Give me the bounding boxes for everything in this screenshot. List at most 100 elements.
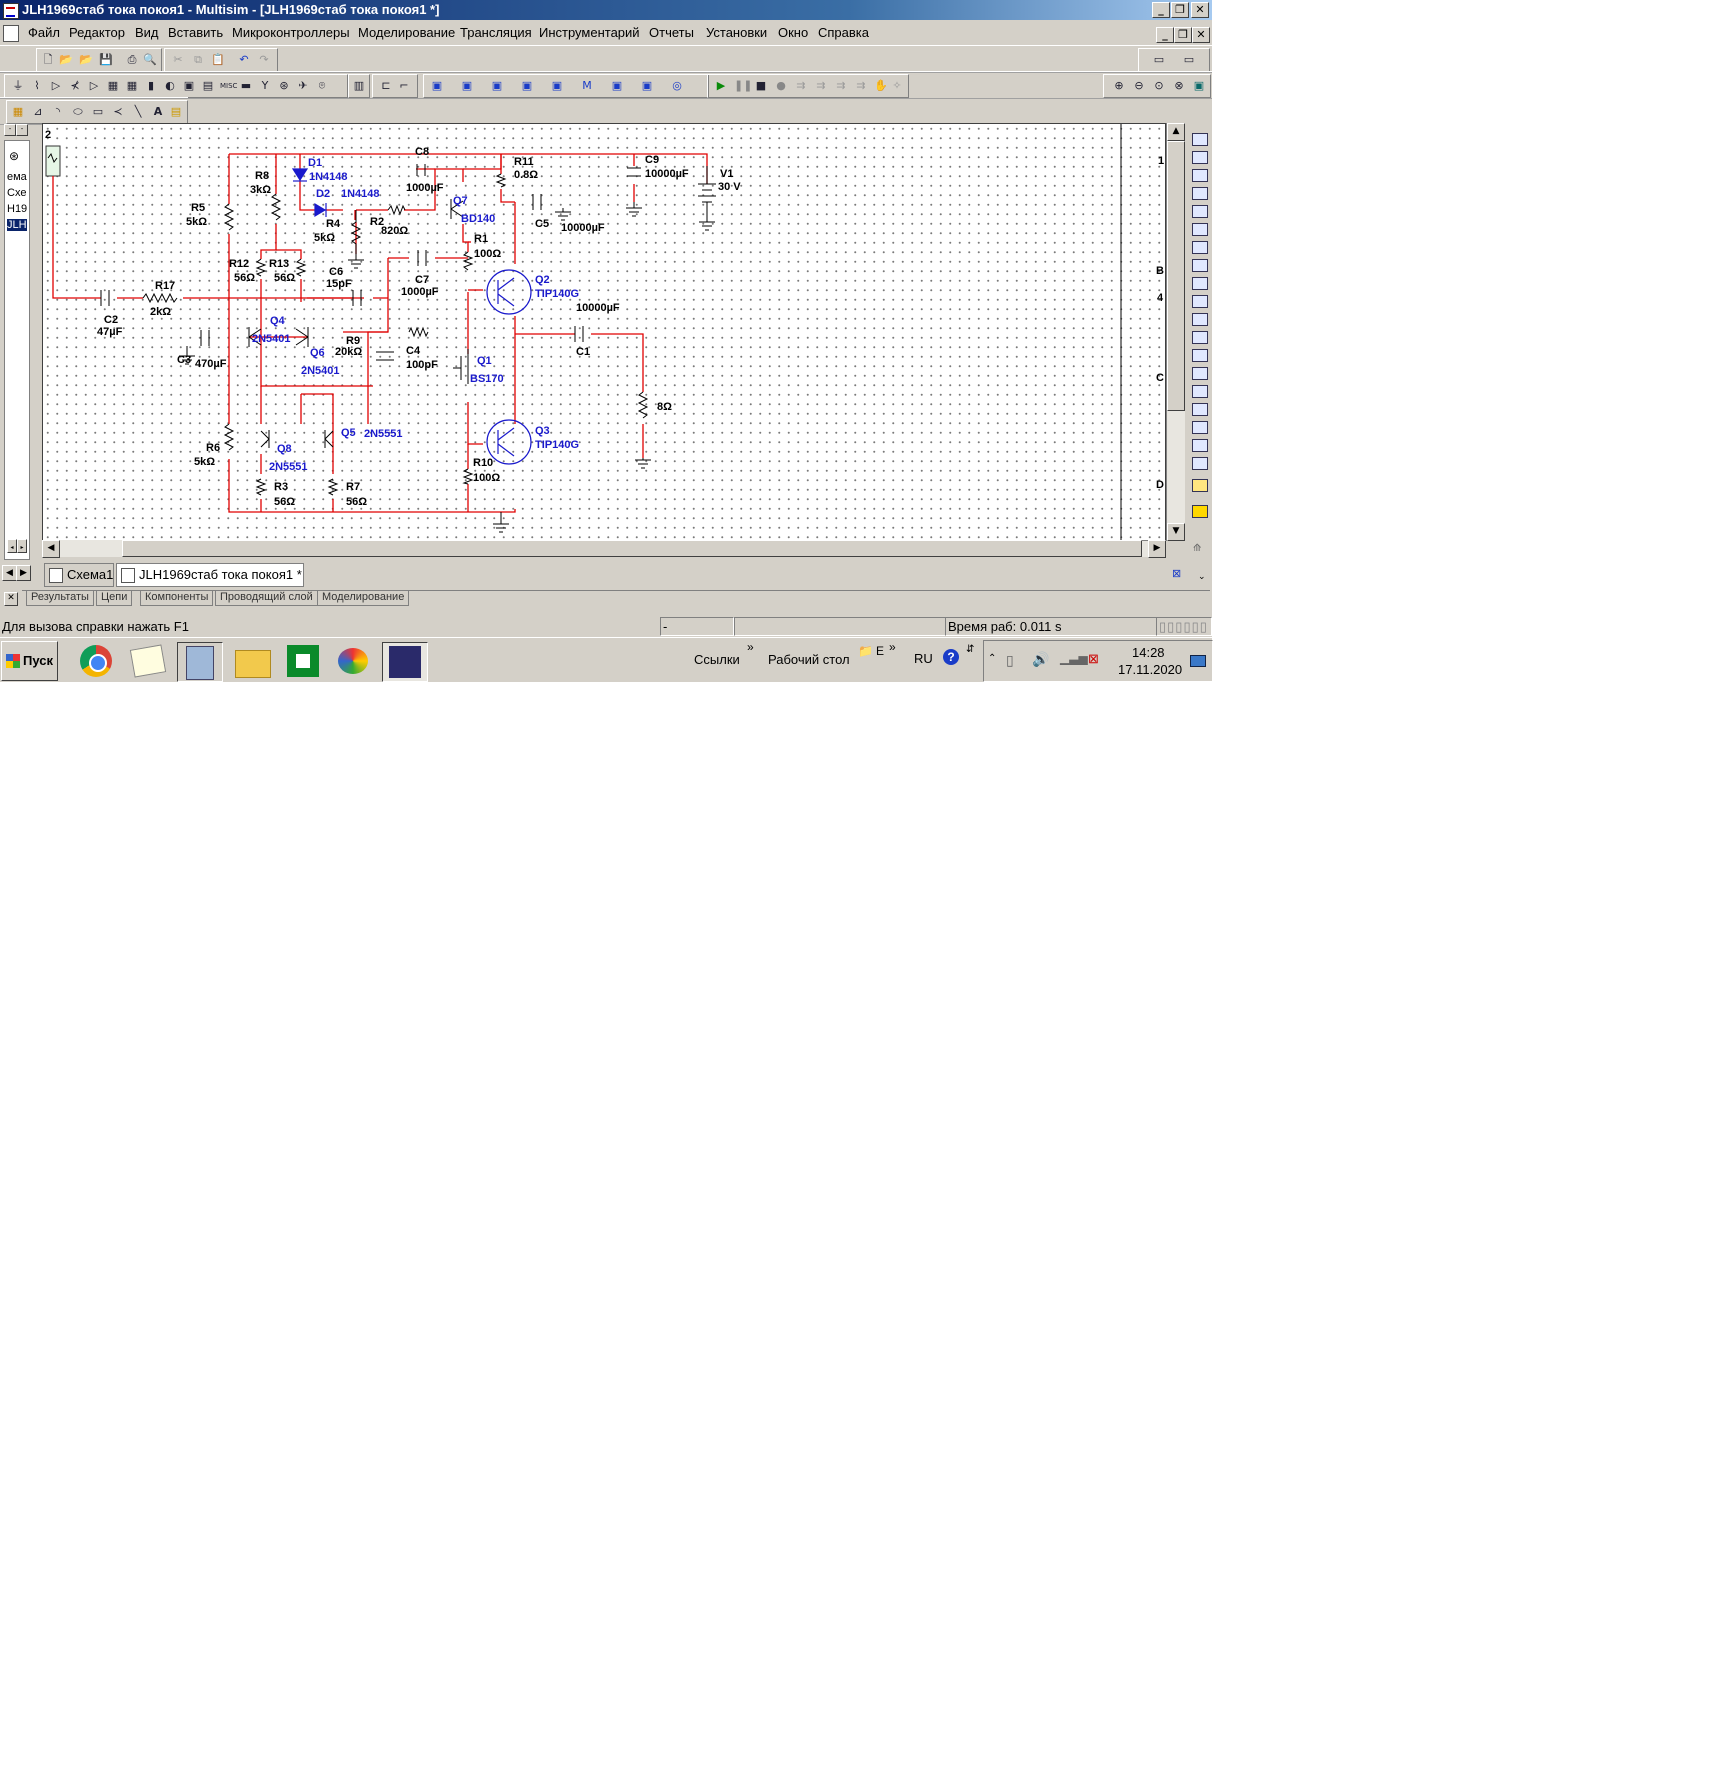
erc-icon[interactable]: ▣ xyxy=(550,79,564,93)
picture-icon[interactable]: ▦ xyxy=(11,105,25,119)
breadboard-icon[interactable]: ▣ xyxy=(640,79,654,93)
multisim-app-button[interactable] xyxy=(382,642,428,682)
toolbox-item[interactable]: Н19 xyxy=(7,203,27,215)
horizontal-scroll-track[interactable] xyxy=(60,540,122,556)
panel-prev-button[interactable]: ◀ xyxy=(2,565,17,581)
start-button[interactable]: Пуск xyxy=(1,641,58,681)
vertical-scrollbar[interactable]: ▲ ▼ xyxy=(1166,123,1185,541)
cmos-icon[interactable]: ▦ xyxy=(125,79,139,93)
tab-schema1[interactable]: Схема1 xyxy=(44,563,114,587)
toolbox-root-icon[interactable]: ⊛ xyxy=(9,149,19,163)
stop-icon[interactable]: ■ xyxy=(754,79,768,93)
panel-next-button[interactable]: ▶ xyxy=(16,565,31,581)
language-bar-options-icon[interactable]: ⇵ xyxy=(966,644,974,655)
menu-help[interactable]: Справка xyxy=(818,25,869,40)
misc-digital-icon[interactable]: ▮ xyxy=(144,79,158,93)
agilent-multimeter-icon[interactable] xyxy=(1192,403,1208,416)
tab-components[interactable]: Компоненты xyxy=(140,591,214,606)
scroll-up-button[interactable]: ▲ xyxy=(1167,123,1185,141)
open-icon[interactable]: 📂 xyxy=(59,53,73,67)
spectrum-analyzer-icon[interactable] xyxy=(1192,349,1208,362)
menu-transfer[interactable]: Трансляция xyxy=(460,25,532,40)
multimeter-icon[interactable] xyxy=(1192,133,1208,146)
full-screen-icon[interactable]: ▣ xyxy=(1192,79,1206,93)
desktop-item-label[interactable]: E xyxy=(876,644,884,658)
doc-close-button[interactable]: ✕ xyxy=(1192,27,1210,43)
tab-jlh1969[interactable]: JLH1969стаб тока покоя1 * xyxy=(116,563,304,587)
electromechanical-icon[interactable]: ⊛ xyxy=(277,79,291,93)
step-into-icon[interactable]: ⇉ xyxy=(814,79,828,93)
zoom-out-icon[interactable]: ⊖ xyxy=(1132,79,1146,93)
save-icon[interactable]: 💾 xyxy=(99,53,113,67)
step-icon[interactable]: ⇉ xyxy=(794,79,808,93)
polygon-icon[interactable]: ⊿ xyxy=(31,105,45,119)
measurement-probe-icon[interactable] xyxy=(1192,479,1208,492)
tab-results[interactable]: Результаты xyxy=(26,591,94,606)
toolbar-overflow-icon[interactable]: ⌄ xyxy=(1198,571,1206,582)
step-over-icon[interactable]: ⇉ xyxy=(854,79,868,93)
panel-collapse-button[interactable]: - xyxy=(4,124,16,136)
close-button[interactable]: ✕ xyxy=(1191,2,1209,18)
frequency-counter-icon[interactable] xyxy=(1192,241,1208,254)
probe-icon[interactable]: ◎ xyxy=(670,79,684,93)
interactive-icon[interactable]: ✧ xyxy=(890,79,904,93)
backannotate-icon[interactable]: ▣ xyxy=(610,79,624,93)
signal-icon[interactable]: ▁▃▅ xyxy=(1060,651,1088,665)
mixed-icon[interactable]: ◐ xyxy=(163,79,177,93)
export-icon[interactable]: M xyxy=(580,79,594,93)
tab-options-icon[interactable]: ⊠ xyxy=(1172,567,1181,580)
open-sample-icon[interactable]: 📂 xyxy=(79,53,93,67)
tektronix-oscilloscope-icon[interactable] xyxy=(1192,439,1208,452)
print-icon[interactable]: ⎙ xyxy=(125,53,139,67)
multiline-icon[interactable]: ≺ xyxy=(111,105,125,119)
horizontal-scroll-thumb[interactable] xyxy=(122,540,1142,557)
menu-window[interactable]: Окно xyxy=(778,25,808,40)
scroll-left-button[interactable]: ◀ xyxy=(42,540,60,558)
scroll-right-button[interactable]: ▶ xyxy=(1148,540,1166,558)
grapher-icon[interactable]: ▣ xyxy=(430,79,444,93)
iv-analyzer-icon[interactable] xyxy=(1192,313,1208,326)
paint-app-button[interactable] xyxy=(332,642,376,680)
menu-microcontrollers[interactable]: Микроконтроллеры xyxy=(232,25,350,40)
panel-expand-button[interactable]: - xyxy=(16,124,28,136)
new-icon[interactable]: 🗋 xyxy=(41,53,55,67)
doc-minimize-button[interactable]: _ xyxy=(1156,27,1174,43)
zoom-area-icon[interactable]: ⊙ xyxy=(1152,79,1166,93)
logic-analyzer-icon[interactable] xyxy=(1192,295,1208,308)
menu-file[interactable]: Файл xyxy=(28,25,60,40)
ellipse-icon[interactable]: ⬭ xyxy=(71,105,85,119)
step-out-icon[interactable]: ⇉ xyxy=(834,79,848,93)
scroll-down-button[interactable]: ▼ xyxy=(1167,523,1185,541)
menu-edit[interactable]: Редактор xyxy=(69,25,125,40)
panel-scroll-right[interactable]: ▸ xyxy=(17,539,27,553)
horizontal-scrollbar[interactable]: ◀ ▶ xyxy=(42,540,1166,558)
vertical-scroll-thumb[interactable] xyxy=(1167,141,1185,411)
basic-icon[interactable]: ⌇ xyxy=(30,79,44,93)
more-instruments-icon[interactable]: ⟰ xyxy=(1193,543,1201,554)
current-probe-icon[interactable] xyxy=(1192,505,1208,518)
hierarchical-block-icon[interactable]: ▥ xyxy=(352,79,366,93)
agilent-generator-icon[interactable] xyxy=(1192,385,1208,398)
logic-converter-icon[interactable] xyxy=(1192,277,1208,290)
volume-icon[interactable]: 🔊 xyxy=(1032,651,1049,668)
menu-reports[interactable]: Отчеты xyxy=(649,25,694,40)
zoom-fit-icon[interactable]: ⊗ xyxy=(1172,79,1186,93)
spreadsheet-close-button[interactable]: ✕ xyxy=(4,592,18,606)
document-icon[interactable] xyxy=(3,25,19,42)
source-icon[interactable]: ⏚ xyxy=(11,79,25,93)
desktop-chevron[interactable]: » xyxy=(889,640,896,654)
desktop-toolbar[interactable]: Рабочий стол xyxy=(768,652,850,667)
device-icon[interactable]: ▯ xyxy=(1006,652,1014,669)
netlist-icon[interactable]: ▣ xyxy=(520,79,534,93)
clock-time[interactable]: 14:28 xyxy=(1132,645,1165,660)
ttl-icon[interactable]: ▦ xyxy=(106,79,120,93)
toolbox-item[interactable]: ема xyxy=(7,171,27,183)
cut-icon[interactable]: ✂ xyxy=(171,53,185,67)
tab-simulation[interactable]: Моделирование xyxy=(317,591,410,606)
place-connector-icon[interactable]: ⊏ xyxy=(379,79,393,93)
ni-icon[interactable]: ✈ xyxy=(296,79,310,93)
rf-icon[interactable]: Y xyxy=(258,79,272,93)
network-disconnected-icon[interactable]: ⊠ xyxy=(1088,651,1099,667)
analyses-icon[interactable]: ▣ xyxy=(490,79,504,93)
power-icon[interactable]: ▤ xyxy=(201,79,215,93)
